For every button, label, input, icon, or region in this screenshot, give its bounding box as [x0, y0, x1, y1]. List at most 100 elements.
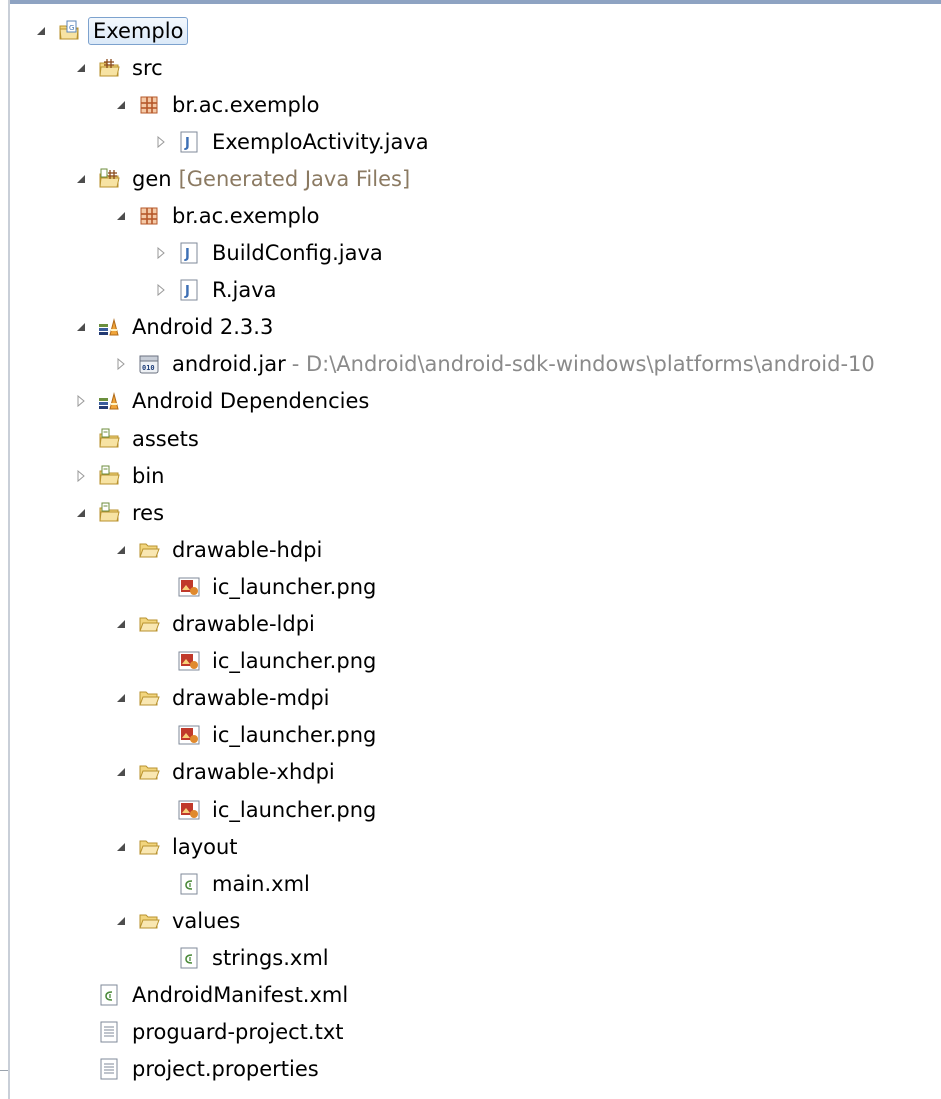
expanded-arrow-icon: [77, 63, 85, 72]
expand-toggle[interactable]: [70, 390, 92, 412]
tree-item-label: AndroidManifest.xml: [132, 982, 349, 1007]
tree-item-label: ic_launcher.png: [212, 797, 377, 822]
image-file-icon: [178, 799, 200, 821]
open-folder-icon: [138, 761, 160, 783]
tree-item[interactable]: project.properties: [0, 1051, 941, 1088]
open-folder-icon: [138, 539, 160, 561]
tree-item[interactable]: G Exemplo: [0, 12, 941, 49]
open-folder-icon: [138, 910, 160, 932]
expand-toggle[interactable]: [150, 131, 172, 153]
tree-item[interactable]: proguard-project.txt: [0, 1014, 941, 1051]
tree-item[interactable]: drawable-hdpi: [0, 531, 941, 568]
image-file-icon: [178, 576, 200, 598]
expand-toggle[interactable]: [110, 353, 132, 375]
folder-icon: [98, 502, 120, 524]
tree-item[interactable]: src: [0, 49, 941, 86]
collapse-toggle[interactable]: [30, 20, 52, 42]
tree-item-label: drawable-ldpi: [172, 612, 315, 637]
open-folder-icon: [138, 836, 160, 858]
expanded-arrow-icon: [77, 174, 85, 183]
tree-item[interactable]: J ExemploActivity.java: [0, 123, 941, 160]
collapse-toggle[interactable]: [110, 539, 132, 561]
svg-text:J: J: [184, 284, 190, 299]
tree-item-label: drawable-mdpi: [172, 686, 330, 711]
expanded-arrow-icon: [117, 212, 125, 221]
tree-item-label: Android 2.3.3: [132, 315, 274, 340]
source-folder-icon: [98, 57, 120, 79]
tree-item[interactable]: drawable-ldpi: [0, 606, 941, 643]
tree-item[interactable]: br.ac.exemplo: [0, 86, 941, 123]
expanded-arrow-icon: [77, 508, 85, 517]
tree-item-label: bin: [132, 463, 165, 488]
tree-item-label: ic_launcher.png: [212, 574, 377, 599]
collapsed-arrow-icon: [157, 135, 165, 148]
collapse-toggle[interactable]: [70, 502, 92, 524]
expand-toggle[interactable]: [150, 242, 172, 264]
collapse-toggle[interactable]: [70, 168, 92, 190]
expanded-arrow-icon: [77, 323, 85, 332]
expanded-arrow-icon: [117, 620, 125, 629]
tree-item-label: BuildConfig.java: [212, 241, 383, 266]
tree-item[interactable]: J BuildConfig.java: [0, 235, 941, 272]
package-icon: [138, 205, 160, 227]
tree-item-label: main.xml: [212, 871, 310, 896]
tree-item[interactable]: drawable-xhdpi: [0, 754, 941, 791]
expanded-arrow-icon: [117, 100, 125, 109]
tree-item-label: ic_launcher.png: [212, 723, 377, 748]
tree-item[interactable]: assets: [0, 420, 941, 457]
expanded-arrow-icon: [117, 545, 125, 554]
collapse-toggle[interactable]: [70, 316, 92, 338]
expand-toggle[interactable]: [150, 279, 172, 301]
tree-item[interactable]: 010 android.jar - D:\Android\android-sdk-w…: [0, 346, 941, 383]
collapse-toggle[interactable]: [110, 205, 132, 227]
tree-item[interactable]: main.xml: [0, 865, 941, 902]
tree-item[interactable]: Android 2.3.3: [0, 309, 941, 346]
image-file-icon: [178, 724, 200, 746]
java-file-icon: J: [178, 131, 200, 153]
expand-toggle[interactable]: [70, 465, 92, 487]
tree-item[interactable]: layout: [0, 828, 941, 865]
tree-item-label: android.jar: [172, 352, 286, 377]
tree-item[interactable]: J R.java: [0, 272, 941, 309]
collapsed-arrow-icon: [157, 247, 165, 260]
tree-item[interactable]: drawable-mdpi: [0, 680, 941, 717]
tree-item[interactable]: values: [0, 902, 941, 939]
tree-item[interactable]: ic_launcher.png: [0, 791, 941, 828]
collapse-toggle[interactable]: [110, 910, 132, 932]
library-icon: [98, 316, 120, 338]
tree-item-label: ic_launcher.png: [212, 649, 377, 674]
tree-item[interactable]: Android Dependencies: [0, 383, 941, 420]
xml-file-icon: [178, 947, 200, 969]
collapse-toggle[interactable]: [110, 687, 132, 709]
folder-icon: [98, 428, 120, 450]
tree-item[interactable]: bin: [0, 457, 941, 494]
tree-item[interactable]: ic_launcher.png: [0, 568, 941, 605]
tree-item[interactable]: strings.xml: [0, 939, 941, 976]
tree-item-label: src: [132, 55, 163, 80]
image-file-icon: [178, 650, 200, 672]
tree-item-label: R.java: [212, 278, 277, 303]
package-explorer-tree[interactable]: G Exemplo src br.ac.exemplo J ExemploActivity…: [0, 12, 941, 1088]
svg-text:010: 010: [142, 364, 155, 372]
svg-text:G: G: [69, 24, 74, 32]
svg-text:J: J: [184, 136, 190, 151]
collapse-toggle[interactable]: [110, 613, 132, 635]
tree-item[interactable]: res: [0, 494, 941, 531]
collapse-toggle[interactable]: [110, 94, 132, 116]
text-file-icon: [98, 1021, 120, 1043]
collapse-toggle[interactable]: [110, 761, 132, 783]
collapse-toggle[interactable]: [110, 836, 132, 858]
jar-icon: 010: [138, 353, 160, 375]
tree-item[interactable]: br.ac.exemplo: [0, 197, 941, 234]
tree-item[interactable]: AndroidManifest.xml: [0, 976, 941, 1013]
java-file-icon: J: [178, 279, 200, 301]
collapsed-arrow-icon: [157, 284, 165, 297]
tree-item[interactable]: gen [Generated Java Files]: [0, 160, 941, 197]
collapse-toggle[interactable]: [70, 57, 92, 79]
tree-item-label: res: [132, 500, 165, 525]
tree-item[interactable]: ic_launcher.png: [0, 717, 941, 754]
tree-item[interactable]: ic_launcher.png: [0, 643, 941, 680]
expanded-arrow-icon: [117, 694, 125, 703]
folder-icon: [98, 465, 120, 487]
collapsed-arrow-icon: [77, 395, 85, 408]
